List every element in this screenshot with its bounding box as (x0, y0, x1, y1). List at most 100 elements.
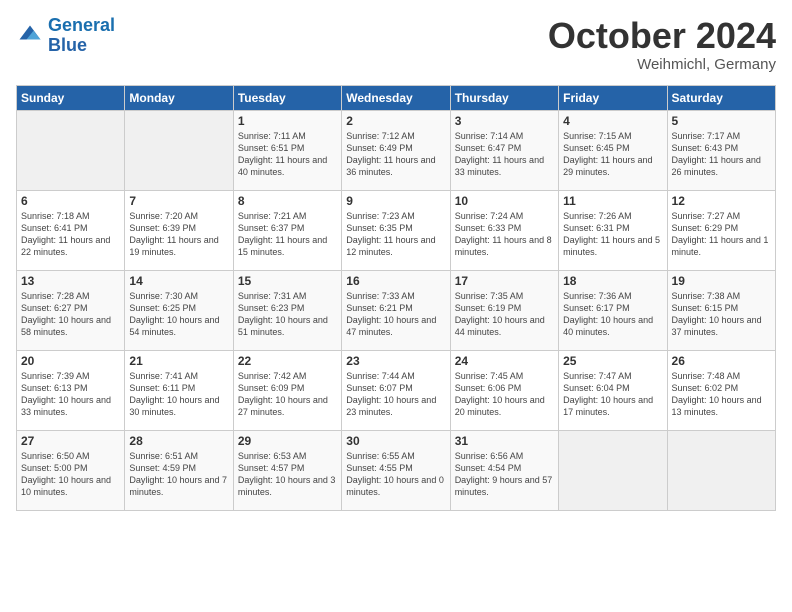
cell-content: Sunrise: 6:51 AMSunset: 4:59 PMDaylight:… (129, 450, 228, 499)
weekday-header: Tuesday (233, 85, 341, 110)
calendar-week-row: 6Sunrise: 7:18 AMSunset: 6:41 PMDaylight… (17, 190, 776, 270)
calendar-cell (667, 430, 775, 510)
day-number: 2 (346, 114, 445, 128)
cell-content: Sunrise: 7:48 AMSunset: 6:02 PMDaylight:… (672, 370, 771, 419)
day-number: 4 (563, 114, 662, 128)
day-number: 27 (21, 434, 120, 448)
day-number: 22 (238, 354, 337, 368)
calendar-cell: 12 Sunrise: 7:27 AMSunset: 6:29 PMDayligh… (667, 190, 775, 270)
logo-icon (16, 22, 44, 50)
calendar-cell: 1 Sunrise: 7:11 AMSunset: 6:51 PMDaylight… (233, 110, 341, 190)
weekday-header: Thursday (450, 85, 558, 110)
day-number: 7 (129, 194, 228, 208)
day-number: 1 (238, 114, 337, 128)
cell-content: Sunrise: 7:39 AMSunset: 6:13 PMDaylight:… (21, 370, 120, 419)
cell-content: Sunrise: 7:12 AMSunset: 6:49 PMDaylight:… (346, 130, 445, 179)
cell-content: Sunrise: 7:47 AMSunset: 6:04 PMDaylight:… (563, 370, 662, 419)
cell-content: Sunrise: 7:38 AMSunset: 6:15 PMDaylight:… (672, 290, 771, 339)
day-number: 11 (563, 194, 662, 208)
cell-content: Sunrise: 7:30 AMSunset: 6:25 PMDaylight:… (129, 290, 228, 339)
day-number: 14 (129, 274, 228, 288)
logo-text: General Blue (48, 16, 115, 56)
calendar-cell: 5Sunrise: 7:17 AMSunset: 6:43 PMDaylight… (667, 110, 775, 190)
title-block: October 2024 Weihmichl, Germany (548, 16, 776, 73)
day-number: 3 (455, 114, 554, 128)
day-number: 8 (238, 194, 337, 208)
calendar-cell: 27 Sunrise: 6:50 AMSunset: 5:00 PMDayligh… (17, 430, 125, 510)
cell-content: Sunrise: 7:17 AMSunset: 6:43 PMDaylight:… (672, 130, 771, 179)
weekday-header: Wednesday (342, 85, 450, 110)
calendar-cell: 22Sunrise: 7:42 AMSunset: 6:09 PMDayligh… (233, 350, 341, 430)
calendar-week-row: 20 Sunrise: 7:39 AMSunset: 6:13 PMDayligh… (17, 350, 776, 430)
day-number: 28 (129, 434, 228, 448)
calendar-week-row: 27 Sunrise: 6:50 AMSunset: 5:00 PMDayligh… (17, 430, 776, 510)
calendar-cell: 18 Sunrise: 7:36 AMSunset: 6:17 PMDayligh… (559, 270, 667, 350)
month-title: October 2024 (548, 16, 776, 56)
calendar-cell: 26 Sunrise: 7:48 AMSunset: 6:02 PMDayligh… (667, 350, 775, 430)
cell-content: Sunrise: 7:36 AMSunset: 6:17 PMDaylight:… (563, 290, 662, 339)
calendar-cell: 2 Sunrise: 7:12 AMSunset: 6:49 PMDaylight… (342, 110, 450, 190)
calendar-cell: 6Sunrise: 7:18 AMSunset: 6:41 PMDaylight… (17, 190, 125, 270)
calendar-cell: 31 Sunrise: 6:56 AMSunset: 4:54 PMDayligh… (450, 430, 558, 510)
calendar-cell: 30Sunrise: 6:55 AMSunset: 4:55 PMDayligh… (342, 430, 450, 510)
day-number: 13 (21, 274, 120, 288)
day-number: 24 (455, 354, 554, 368)
calendar-cell: 29 Sunrise: 6:53 AMSunset: 4:57 PMDayligh… (233, 430, 341, 510)
cell-content: Sunrise: 7:20 AMSunset: 6:39 PMDaylight:… (129, 210, 228, 259)
cell-content: Sunrise: 6:55 AMSunset: 4:55 PMDaylight:… (346, 450, 445, 499)
day-number: 12 (672, 194, 771, 208)
weekday-header: Friday (559, 85, 667, 110)
day-number: 19 (672, 274, 771, 288)
calendar-cell: 14 Sunrise: 7:30 AMSunset: 6:25 PMDayligh… (125, 270, 233, 350)
calendar-cell: 10Sunrise: 7:24 AMSunset: 6:33 PMDayligh… (450, 190, 558, 270)
day-number: 29 (238, 434, 337, 448)
logo-line2: Blue (48, 35, 87, 55)
logo: General Blue (16, 16, 115, 56)
cell-content: Sunrise: 7:23 AMSunset: 6:35 PMDaylight:… (346, 210, 445, 259)
calendar-table: SundayMondayTuesdayWednesdayThursdayFrid… (16, 85, 776, 511)
calendar-cell: 11 Sunrise: 7:26 AMSunset: 6:31 PMDayligh… (559, 190, 667, 270)
cell-content: Sunrise: 7:31 AMSunset: 6:23 PMDaylight:… (238, 290, 337, 339)
calendar-cell: 19 Sunrise: 7:38 AMSunset: 6:15 PMDayligh… (667, 270, 775, 350)
cell-content: Sunrise: 7:45 AMSunset: 6:06 PMDaylight:… (455, 370, 554, 419)
calendar-week-row: 13 Sunrise: 7:28 AMSunset: 6:27 PMDayligh… (17, 270, 776, 350)
day-number: 17 (455, 274, 554, 288)
cell-content: Sunrise: 7:11 AMSunset: 6:51 PMDaylight:… (238, 130, 337, 179)
day-number: 25 (563, 354, 662, 368)
page-header: General Blue October 2024 Weihmichl, Ger… (16, 16, 776, 73)
day-number: 26 (672, 354, 771, 368)
logo-line1: General (48, 15, 115, 35)
calendar-week-row: 1 Sunrise: 7:11 AMSunset: 6:51 PMDaylight… (17, 110, 776, 190)
weekday-header: Saturday (667, 85, 775, 110)
cell-content: Sunrise: 6:53 AMSunset: 4:57 PMDaylight:… (238, 450, 337, 499)
calendar-cell: 20 Sunrise: 7:39 AMSunset: 6:13 PMDayligh… (17, 350, 125, 430)
cell-content: Sunrise: 6:50 AMSunset: 5:00 PMDaylight:… (21, 450, 120, 499)
calendar-cell (125, 110, 233, 190)
day-number: 18 (563, 274, 662, 288)
calendar-cell: 13 Sunrise: 7:28 AMSunset: 6:27 PMDayligh… (17, 270, 125, 350)
day-number: 31 (455, 434, 554, 448)
calendar-cell: 16Sunrise: 7:33 AMSunset: 6:21 PMDayligh… (342, 270, 450, 350)
weekday-header: Sunday (17, 85, 125, 110)
day-number: 9 (346, 194, 445, 208)
cell-content: Sunrise: 7:26 AMSunset: 6:31 PMDaylight:… (563, 210, 662, 259)
calendar-cell: 25 Sunrise: 7:47 AMSunset: 6:04 PMDayligh… (559, 350, 667, 430)
calendar-cell: 7 Sunrise: 7:20 AMSunset: 6:39 PMDaylight… (125, 190, 233, 270)
cell-content: Sunrise: 7:27 AMSunset: 6:29 PMDaylight:… (672, 210, 771, 259)
calendar-cell: 23Sunrise: 7:44 AMSunset: 6:07 PMDayligh… (342, 350, 450, 430)
location: Weihmichl, Germany (548, 56, 776, 73)
calendar-cell (559, 430, 667, 510)
cell-content: Sunrise: 7:35 AMSunset: 6:19 PMDaylight:… (455, 290, 554, 339)
cell-content: Sunrise: 7:44 AMSunset: 6:07 PMDaylight:… (346, 370, 445, 419)
calendar-cell: 21Sunrise: 7:41 AMSunset: 6:11 PMDayligh… (125, 350, 233, 430)
day-number: 21 (129, 354, 228, 368)
cell-content: Sunrise: 7:33 AMSunset: 6:21 PMDaylight:… (346, 290, 445, 339)
calendar-cell: 17 Sunrise: 7:35 AMSunset: 6:19 PMDayligh… (450, 270, 558, 350)
day-number: 20 (21, 354, 120, 368)
day-number: 15 (238, 274, 337, 288)
calendar-cell: 4Sunrise: 7:15 AMSunset: 6:45 PMDaylight… (559, 110, 667, 190)
cell-content: Sunrise: 7:28 AMSunset: 6:27 PMDaylight:… (21, 290, 120, 339)
weekday-header-row: SundayMondayTuesdayWednesdayThursdayFrid… (17, 85, 776, 110)
cell-content: Sunrise: 6:56 AMSunset: 4:54 PMDaylight:… (455, 450, 554, 499)
calendar-cell: 9 Sunrise: 7:23 AMSunset: 6:35 PMDaylight… (342, 190, 450, 270)
